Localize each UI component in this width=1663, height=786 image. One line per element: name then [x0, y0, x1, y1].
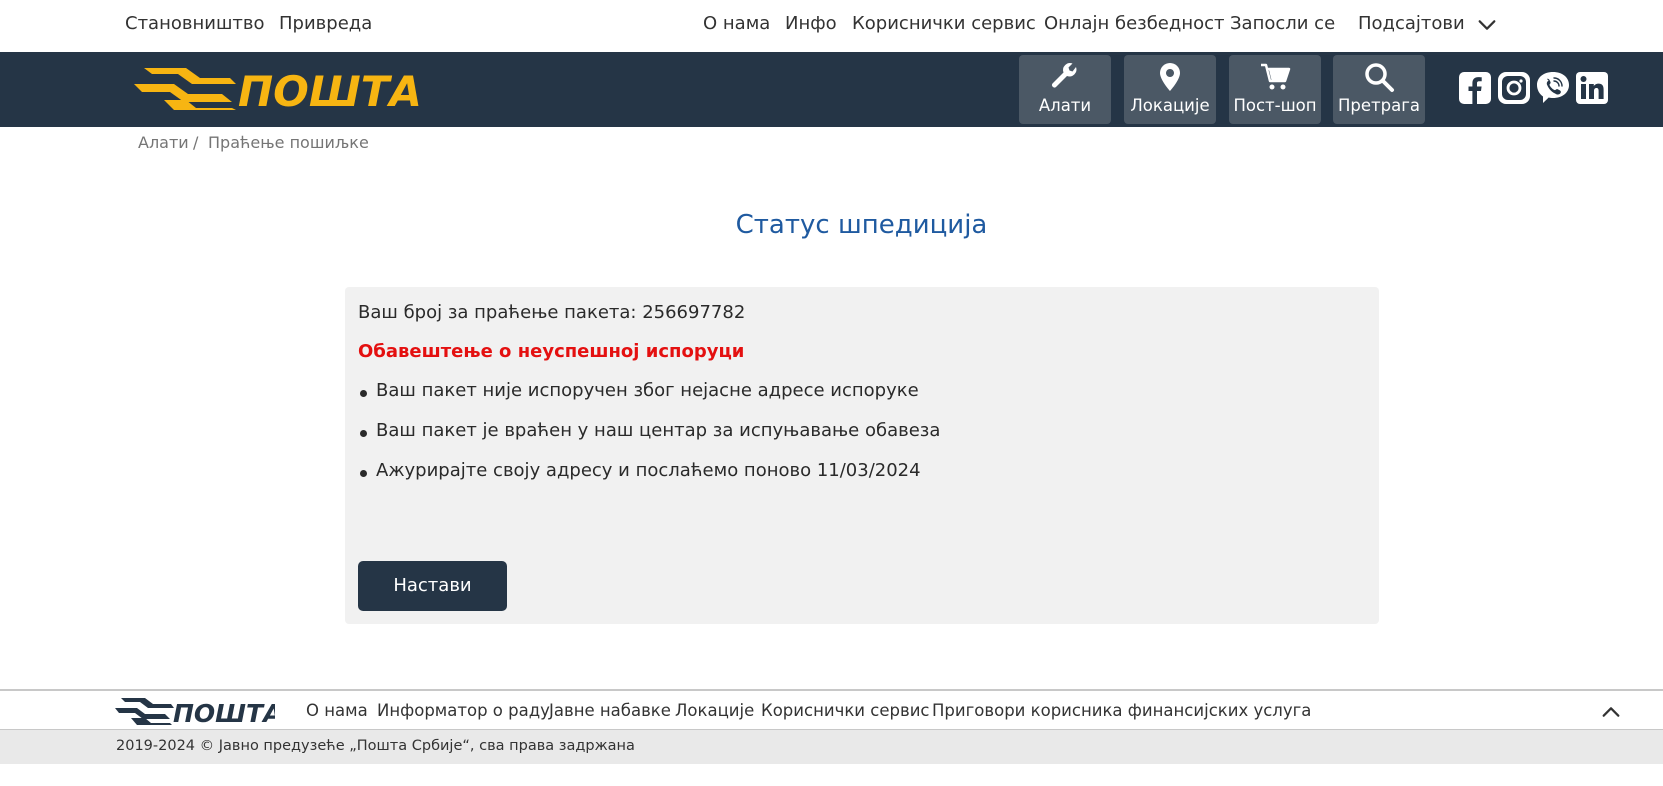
breadcrumb-separator: / — [193, 133, 199, 152]
nav-link-customer-service[interactable]: Кориснички сервис — [852, 13, 1036, 34]
footer-link-about[interactable]: О нама — [306, 701, 368, 720]
footer-link-public-procurement[interactable]: Јавне набавке — [549, 701, 671, 720]
post-shop-button[interactable]: Пост-шоп — [1229, 55, 1321, 124]
footer-link-work-informer[interactable]: Информатор о раду — [377, 701, 550, 720]
list-item-text: Ваш пакет није испоручен због нејасне ад… — [376, 380, 919, 401]
chevron-up-icon[interactable] — [1600, 701, 1622, 723]
shipment-status-card: Ваш број за праћење пакета: 256697782 Об… — [345, 287, 1379, 624]
tracking-number-text: Ваш број за праћење пакета: 256697782 — [358, 302, 746, 323]
nav-link-careers[interactable]: Запосли се — [1230, 13, 1335, 34]
breadcrumb-tools[interactable]: Алати — [138, 133, 189, 152]
location-pin-icon — [1160, 63, 1180, 91]
nav-link-info[interactable]: Инфо — [785, 13, 837, 34]
continue-button[interactable]: Настави — [358, 561, 507, 611]
logo-wordmark: ПОШТА — [238, 67, 422, 110]
tools-label: Алати — [1038, 96, 1092, 115]
site-footer: ПОШТА О нама Информатор о раду Јавне наб… — [0, 689, 1663, 730]
bullet-icon — [360, 390, 367, 397]
shopping-cart-icon — [1261, 63, 1291, 90]
viber-icon[interactable] — [1536, 71, 1570, 105]
top-navigation: Становништво Привреда О нама Инфо Корисн… — [0, 0, 1663, 52]
nav-link-subsites[interactable]: Подсајтови — [1358, 13, 1465, 34]
locations-button[interactable]: Локације — [1124, 55, 1216, 124]
site-header: ПОШТА Алати Локације Пост-шоп Претрага — [0, 52, 1663, 127]
post-shop-label: Пост-шоп — [1233, 96, 1317, 115]
nav-link-online-security[interactable]: Онлајн безбедност — [1044, 13, 1225, 34]
search-icon — [1365, 63, 1394, 92]
breadcrumb-current: Праћење пошиљке — [208, 133, 369, 152]
wrench-icon — [1052, 63, 1077, 88]
footer-link-complaints[interactable]: Приговори корисника финансијских услуга — [932, 701, 1311, 720]
footer-logo-wordmark: ПОШТА — [173, 699, 275, 725]
list-item-text: Ажурирајте своју адресу и послаћемо поно… — [376, 460, 921, 481]
instagram-icon[interactable] — [1497, 71, 1531, 105]
posta-logo[interactable]: ПОШТА — [134, 66, 424, 110]
copyright-bar: 2019-2024 © Јавно предузеће „Пошта Србиј… — [0, 730, 1663, 764]
delivery-failure-notice: Обавештење о неуспешној испоруци — [358, 341, 745, 362]
page-title: Статус шпедиција — [735, 210, 988, 240]
nav-link-about[interactable]: О нама — [703, 13, 770, 34]
footer-link-locations[interactable]: Локације — [675, 701, 754, 720]
search-label: Претрага — [1337, 96, 1420, 115]
locations-label: Локације — [1130, 96, 1210, 115]
search-button[interactable]: Претрага — [1333, 55, 1425, 124]
footer-link-customer-service[interactable]: Кориснички сервис — [761, 701, 930, 720]
facebook-icon[interactable] — [1458, 71, 1492, 105]
list-item-text: Ваш пакет је враћен у наш центар за испу… — [376, 420, 941, 441]
bullet-icon — [360, 470, 367, 477]
chevron-down-icon[interactable] — [1476, 14, 1498, 36]
nav-link-population[interactable]: Становништво — [125, 13, 265, 34]
linkedin-icon[interactable] — [1575, 71, 1609, 105]
nav-link-business[interactable]: Привреда — [279, 13, 372, 34]
footer-posta-logo[interactable]: ПОШТА — [115, 697, 275, 725]
tools-button[interactable]: Алати — [1019, 55, 1111, 124]
copyright-text: 2019-2024 © Јавно предузеће „Пошта Србиј… — [116, 738, 635, 754]
bullet-icon — [360, 430, 367, 437]
